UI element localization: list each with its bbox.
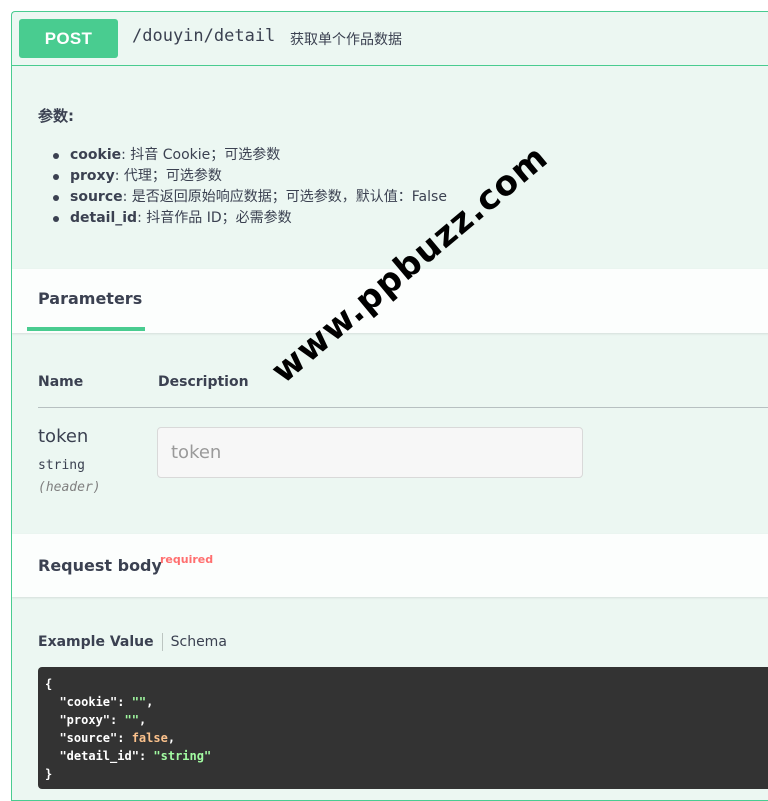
example-json-code: { "cookie": "", "proxy": "", "source": f… [38,667,768,789]
param-text: : 抖音 Cookie；可选参数 [121,147,281,163]
column-header-description: Description [158,374,249,390]
json-key: "proxy" [59,713,111,727]
json-value: "string" [153,749,212,763]
param-text: : 代理；可选参数 [114,168,222,184]
parameters-section-header: Parameters [12,269,768,333]
list-item: detail_id: 抖音作品 ID；必需参数 [53,208,447,229]
description-title: 参数: [38,107,74,125]
tab-separator [161,633,163,651]
required-badge: required [160,553,214,566]
endpoint-path: /douyin/detail [132,26,276,46]
token-input[interactable] [157,427,583,478]
column-header-name: Name [38,374,84,390]
request-body-title: Request body [38,556,162,575]
list-item: cookie: 抖音 Cookie；可选参数 [53,145,447,166]
param-text: : 抖音作品 ID；必需参数 [137,210,292,226]
divider [38,407,768,408]
request-body-section-header: Request body required [12,534,768,597]
active-tab-indicator [27,327,145,331]
param-key: detail_id [70,210,138,226]
parameter-name: token [38,426,89,447]
json-value: "" [124,713,139,727]
example-tabs: Example Value Schema [38,632,227,652]
json-key: "detail_id" [59,749,139,763]
param-key: cookie [70,147,122,163]
json-key: "cookie" [59,695,118,709]
operation-summary[interactable]: POST /douyin/detail 获取单个作品数据 [12,12,768,66]
tab-parameters[interactable]: Parameters [38,289,142,308]
json-key: "source" [59,731,118,745]
json-comma: , [138,713,147,727]
tab-example-value[interactable]: Example Value [38,634,154,650]
tab-schema[interactable]: Schema [171,634,227,650]
parameter-location: (header) [38,480,101,495]
brace-open: { [45,677,53,691]
brace-close: } [45,767,53,781]
post-operation-block: POST /douyin/detail 获取单个作品数据 参数: cookie:… [11,11,768,801]
list-item: proxy: 代理；可选参数 [53,166,447,187]
json-value: false [131,731,168,745]
param-text: : 是否返回原始响应数据；可选参数，默认值：False [122,189,447,205]
list-item: source: 是否返回原始响应数据；可选参数，默认值：False [53,187,447,208]
json-comma: , [167,731,176,745]
description-param-list: cookie: 抖音 Cookie；可选参数 proxy: 代理；可选参数 so… [53,145,447,229]
param-key: source [70,189,123,205]
param-key: proxy [70,168,115,184]
method-badge: POST [19,19,118,58]
parameter-type: string [38,458,85,473]
endpoint-summary: 获取单个作品数据 [290,32,402,48]
json-comma: , [146,695,154,709]
json-value: "" [131,695,147,709]
